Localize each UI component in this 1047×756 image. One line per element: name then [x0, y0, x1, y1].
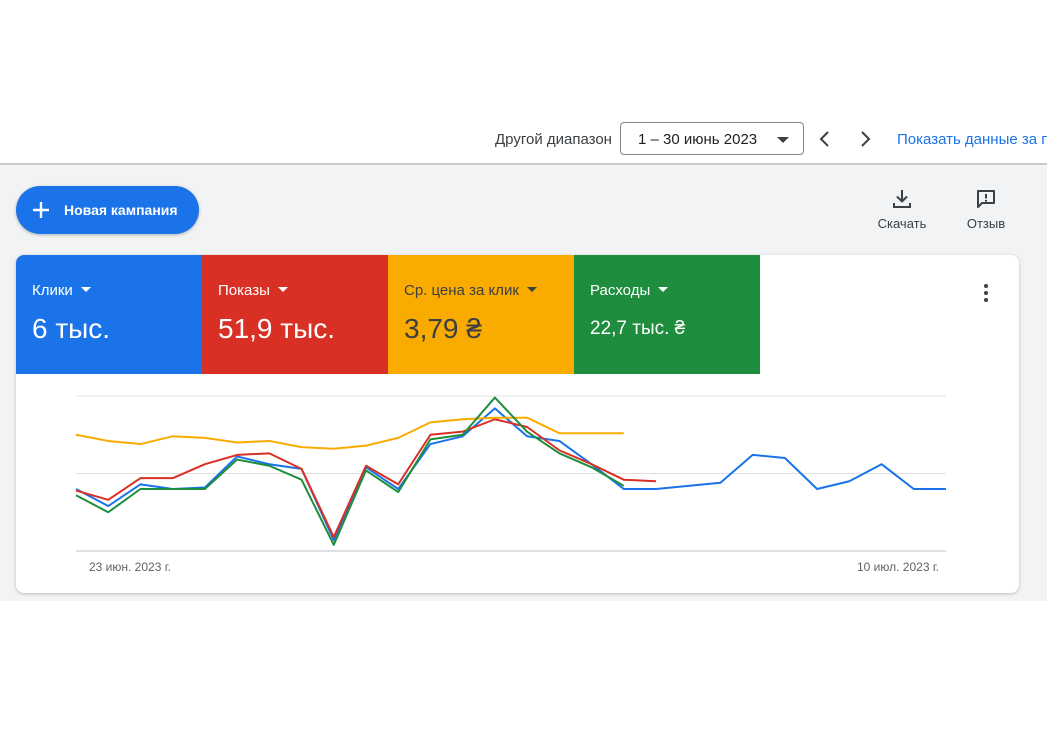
caret-down-icon — [80, 287, 91, 292]
feedback-button[interactable]: Отзыв — [951, 186, 1021, 236]
metric-impressions-value: 51,9 тыс. — [218, 313, 336, 344]
series-line-0 — [75, 407, 946, 542]
caret-down-icon — [526, 287, 537, 292]
x-tick-label: 10 июл. 2023 г. — [857, 560, 940, 574]
metric-avg-cpc-label: Ср. цена за клик — [404, 282, 537, 299]
feedback-icon — [977, 190, 995, 208]
series-line-1 — [75, 418, 657, 539]
metric-clicks-label: Клики — [32, 282, 91, 299]
caret-down-icon — [658, 287, 669, 292]
metric-cost-value: 22,7 тыс. ₴ — [590, 318, 686, 339]
download-icon — [893, 190, 911, 208]
metric-impressions[interactable]: Показы 51,9 тыс. — [202, 255, 388, 374]
date-range-bar: Другой диапазон 1 – 30 июнь 2023 Показат… — [0, 122, 1047, 156]
new-campaign-label: Новая кампания — [64, 202, 178, 218]
metric-clicks[interactable]: Клики 6 тыс. — [16, 255, 202, 374]
performance-card: Клики 6 тыс. Показы 51,9 тыс. Ср. цена з… — [16, 255, 1019, 593]
chevron-right-icon[interactable] — [854, 128, 876, 150]
series-line-3 — [75, 396, 625, 546]
chevron-left-icon[interactable] — [814, 128, 836, 150]
download-label: Скачать — [877, 216, 927, 231]
new-campaign-button[interactable]: Новая кампания — [16, 186, 199, 234]
more-vert-icon[interactable] — [980, 283, 992, 303]
series-line-2 — [75, 416, 624, 450]
metric-avg-cpc[interactable]: Ср. цена за клик 3,79 ₴ — [388, 255, 574, 374]
show-data-link[interactable]: Показать данные за п — [897, 131, 1047, 148]
date-range-value: 1 – 30 июнь 2023 — [638, 131, 758, 148]
metric-clicks-value: 6 тыс. — [32, 313, 111, 344]
date-range-select[interactable]: 1 – 30 июнь 2023 — [620, 122, 804, 155]
metric-cost[interactable]: Расходы 22,7 тыс. ₴ — [574, 255, 760, 374]
metric-avg-cpc-value: 3,79 ₴ — [404, 313, 482, 344]
performance-chart: 23 июн. 2023 г. 10 июл. 2023 г. — [16, 374, 1019, 593]
metric-cost-label: Расходы — [590, 282, 669, 299]
range-label: Другой диапазон — [495, 131, 612, 148]
metric-impressions-label: Показы — [218, 282, 288, 299]
caret-down-icon — [277, 287, 288, 292]
feedback-label: Отзыв — [966, 216, 1006, 231]
x-tick-label: 23 июн. 2023 г. — [89, 560, 171, 574]
plus-icon — [33, 202, 49, 218]
download-button[interactable]: Скачать — [867, 186, 937, 236]
chevron-down-icon — [777, 137, 789, 143]
